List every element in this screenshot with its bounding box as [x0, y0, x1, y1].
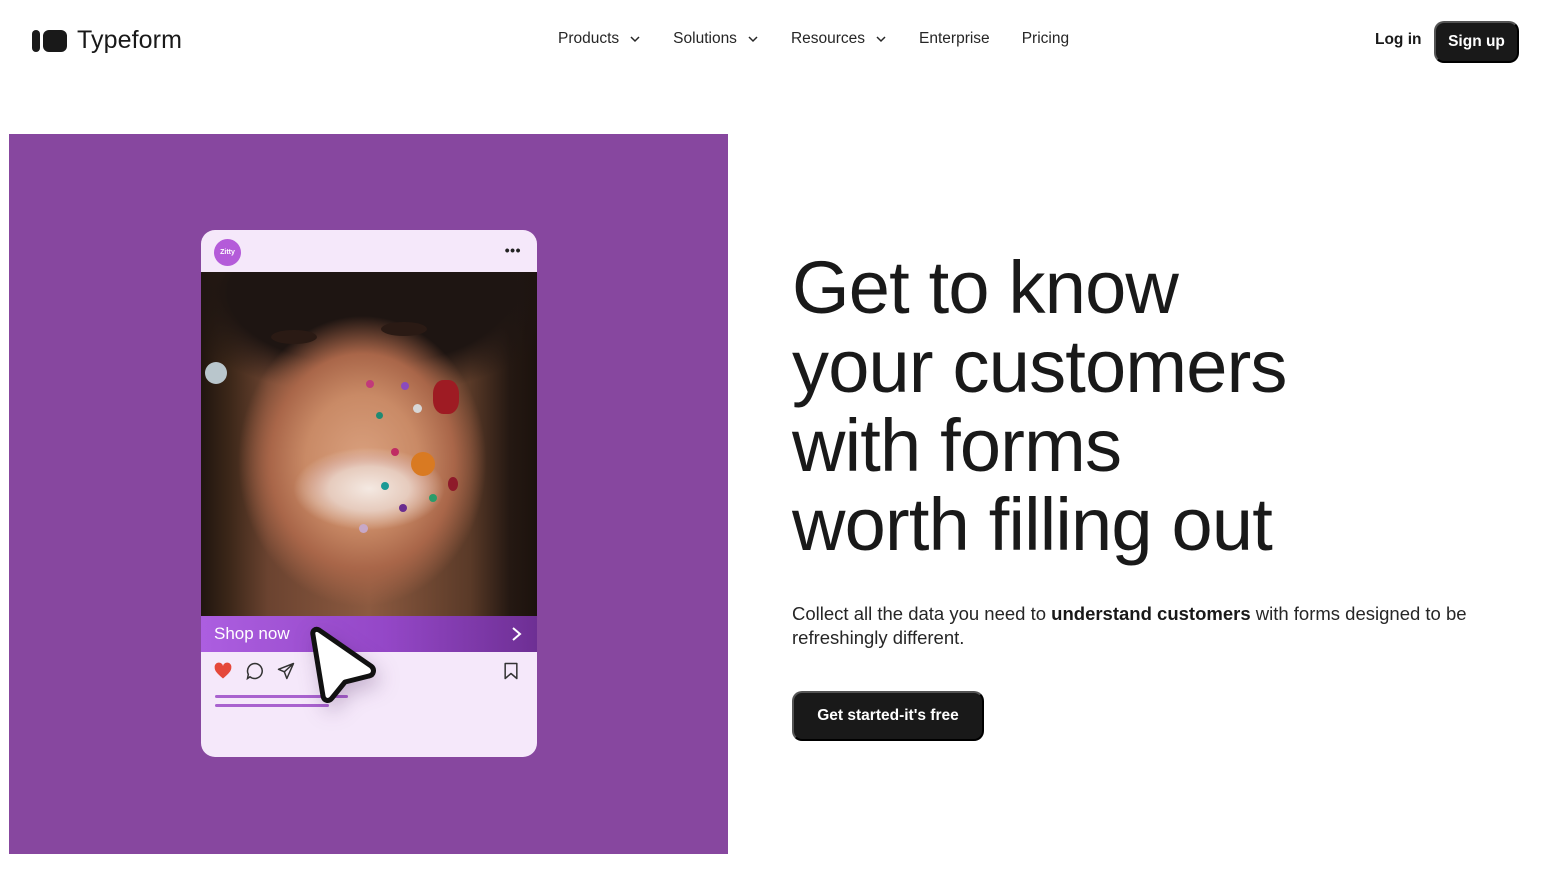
nav-solutions[interactable]: Solutions — [673, 30, 759, 48]
nav-products-label: Products — [558, 30, 620, 47]
photo-detail — [205, 362, 227, 384]
chevron-down-icon — [630, 36, 640, 43]
cursor-pointer-icon — [310, 626, 376, 703]
login-link[interactable]: Log in — [1375, 31, 1422, 49]
photo-detail — [411, 452, 435, 476]
account-avatar: Zitty — [214, 239, 241, 266]
heart-icon[interactable] — [213, 661, 233, 681]
hero-subcopy: Collect all the data you need to underst… — [792, 602, 1512, 650]
send-icon[interactable] — [276, 661, 296, 681]
hero-headline: Get to know your customers with forms wo… — [792, 248, 1492, 564]
nav-solutions-label: Solutions — [673, 30, 737, 47]
photo-detail — [401, 382, 409, 390]
logo-text: Typeform — [77, 26, 182, 54]
post-photo — [201, 272, 537, 616]
nav-products[interactable]: Products — [558, 30, 641, 48]
photo-detail — [429, 494, 437, 502]
nav-resources-label: Resources — [790, 30, 866, 47]
comment-icon[interactable] — [245, 661, 265, 681]
nav-pricing[interactable]: Pricing — [1022, 30, 1069, 48]
nav-resources[interactable]: Resources — [791, 30, 887, 48]
hero-visual-panel: Zitty ••• Shop now — [9, 134, 728, 854]
subcopy-text: Collect all the data you need to — [792, 603, 1052, 624]
photo-detail — [366, 380, 374, 388]
photo-detail — [448, 477, 458, 491]
photo-detail — [376, 412, 383, 419]
photo-detail — [381, 482, 389, 490]
post-header: Zitty ••• — [201, 230, 537, 272]
signup-button[interactable]: Sign up — [1434, 21, 1519, 63]
top-navigation: Typeform Products Solutions Resources En… — [0, 0, 1551, 82]
shop-now-label: Shop now — [214, 624, 290, 643]
chevron-down-icon — [876, 36, 886, 43]
nav-enterprise[interactable]: Enterprise — [919, 30, 990, 48]
nav-pricing-label: Pricing — [1021, 30, 1070, 47]
headline-line: with forms — [792, 404, 1122, 487]
typeform-logo[interactable]: Typeform — [32, 26, 182, 55]
nav-enterprise-label: Enterprise — [919, 30, 990, 47]
get-started-button[interactable]: Get started-it's free — [792, 691, 984, 741]
headline-line: Get to know — [792, 246, 1179, 329]
subcopy-emphasis: understand customers — [1051, 603, 1251, 624]
typeform-logo-icon — [32, 29, 67, 52]
headline-line: worth filling out — [792, 483, 1273, 566]
photo-detail — [359, 524, 368, 533]
more-horizontal-icon: ••• — [504, 242, 521, 258]
bookmark-icon[interactable] — [501, 661, 521, 681]
photo-detail — [271, 330, 317, 344]
main-menu: Products Solutions Resources Enterprise … — [558, 30, 1101, 48]
chevron-right-icon — [512, 627, 522, 641]
photo-detail — [433, 380, 459, 414]
photo-detail — [381, 322, 427, 336]
photo-detail — [391, 448, 399, 456]
chevron-down-icon — [748, 36, 758, 43]
headline-line: your customers — [792, 325, 1287, 408]
photo-detail — [399, 504, 407, 512]
photo-detail — [413, 404, 422, 413]
